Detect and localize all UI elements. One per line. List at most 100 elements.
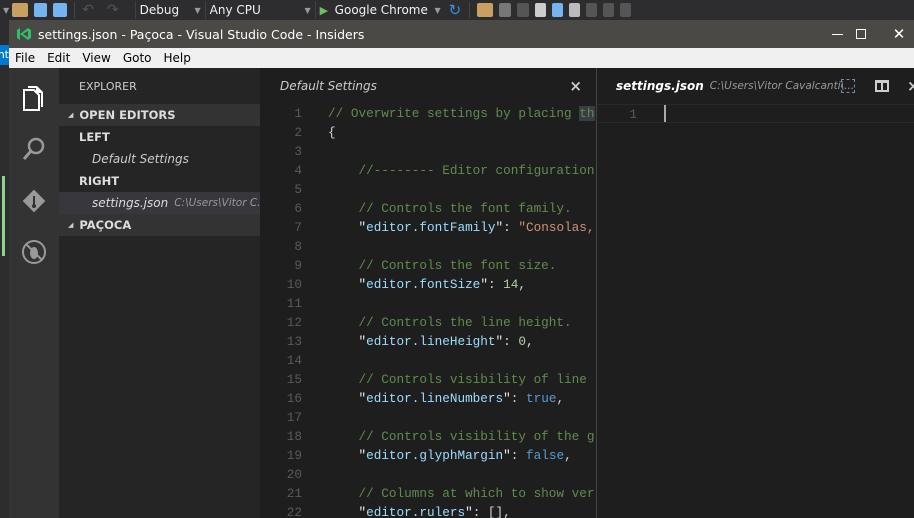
token-punct: : [503,334,519,349]
token-key: editor.fontFamily [366,220,496,235]
code-area[interactable]: 1 [597,104,914,123]
search-icon[interactable] [21,136,47,162]
code-line: 17 [260,408,596,427]
menu-help[interactable]: Help [158,51,197,65]
open-editors-header[interactable]: ◢ OPEN EDITORS [59,104,260,126]
token-quote: " [358,448,367,463]
collapse-triangle-icon: ◢ [68,221,74,229]
open-editor-default-settings[interactable]: Default Settings [59,148,260,170]
code-line: 1// Overwrite settings by placing th [260,104,596,123]
token-comment: // Overwrite settings by placing [328,106,580,121]
settings-json-editor[interactable]: settings.json C:\Users\Vitor Cavalcanti\… [596,68,914,518]
token-punct: : [], [472,505,511,518]
code-line: 3 [260,142,596,161]
menu-goto[interactable]: Goto [117,51,158,65]
tab-path: C:\Users\Vitor Cavalcanti\... [709,80,855,92]
close-icon[interactable]: × [569,77,582,95]
line-text: "editor.lineHeight": 0, [302,332,534,351]
find-in-files-icon[interactable] [477,3,494,17]
line-number: 3 [294,144,302,159]
redo-icon[interactable]: ↷ [107,2,119,18]
code-line: 19 "editor.glyphMargin": false, [260,446,596,465]
previous-bookmark-icon[interactable] [586,3,598,17]
token-key: editor.lineNumbers [366,391,504,406]
code-line: 15 // Controls visibility of line [260,370,596,389]
line-text [302,180,328,199]
menu-view[interactable]: View [76,51,116,65]
explorer-title: EXPLORER [79,79,137,93]
line-text [302,294,328,313]
overflow-arrow-icon[interactable]: ▼ [3,6,9,15]
explorer-sidebar: EXPLORER ◢ OPEN EDITORS LEFT Default Sett… [59,68,260,518]
code-line: 20 [260,465,596,484]
tab-settings-json[interactable]: settings.json C:\Users\Vitor Cavalcanti\… [597,68,914,104]
line-text: "editor.rulers": [], [302,503,511,518]
open-folder-icon[interactable] [12,3,29,17]
token-key: editor.rulers [366,505,466,518]
line-number: 11 [286,296,302,311]
platform-dropdown[interactable]: Any CPU ▼ [204,1,315,19]
save-icon[interactable] [34,3,48,17]
close-window-button[interactable]: ✕ [884,20,914,48]
code-area[interactable]: 1// Overwrite settings by placing th 2{3 4… [260,104,596,518]
line-number: 1 [629,107,637,122]
tab-label: Default Settings [280,79,377,93]
line-number: 12 [286,315,302,330]
chevron-down-icon: ▼ [304,5,311,15]
line-text: // Overwrite settings by placing th [302,104,595,123]
code-line: 11 [260,294,596,313]
line-number: 1 [294,106,302,121]
folder-label: PAÇOCA [79,218,132,232]
collapse-triangle-icon: ◢ [68,111,74,119]
line-number: 5 [294,182,302,197]
token-punct: , [518,277,527,292]
line-text: // Controls the line height. [302,313,571,332]
undo-icon[interactable]: ↶ [82,2,94,18]
line-text: // Controls visibility of the g [302,427,594,446]
bookmark-icon[interactable] [569,3,581,17]
tab-default-settings[interactable]: Default Settings × [260,68,596,104]
configuration-value: Debug [139,3,180,17]
token-punct [328,277,358,292]
comment-icon[interactable] [552,3,564,17]
code-line: 4 //-------- Editor configuration [260,161,596,180]
line-text [302,465,328,484]
token-quote: " [465,505,473,518]
token-number: 14 [503,277,519,292]
git-icon[interactable] [21,188,47,214]
line-text: // Columns at which to show ver [302,484,594,503]
step-icon[interactable] [499,3,512,17]
code-line: 8 [260,237,596,256]
open-editors-label: OPEN EDITORS [79,108,176,122]
line-number: 21 [286,486,302,501]
line-number: 9 [294,258,302,273]
close-icon[interactable]: × [907,77,914,95]
menu-file[interactable]: File [9,51,41,65]
default-settings-editor[interactable]: Default Settings × 1// Overwrite setting… [260,68,596,518]
clear-bookmarks-icon[interactable] [620,3,632,17]
save-all-icon[interactable] [53,3,68,17]
configuration-dropdown[interactable]: Debug ▼ [134,1,205,19]
refresh-icon[interactable]: ↻ [449,1,462,19]
outline-icon[interactable] [517,3,530,17]
line-number: 10 [286,277,302,292]
title-bar: settings.json - Paçoca - Visual Studio C… [9,20,914,48]
open-preview-icon[interactable] [841,79,855,93]
open-editor-settings-json[interactable]: settings.json C:\Users\Vitor C... [59,192,260,214]
visual-studio-toolbar: ▼ ↶ ↷ Debug ▼ Any CPU ▼ ▶ Google Chrome ▼ ↻ [0,0,914,20]
folder-header[interactable]: ◢ PAÇOCA [59,214,260,236]
format-icon[interactable] [535,3,547,17]
run-button[interactable]: ▶ Google Chrome ▼ [314,1,445,19]
line-number: 20 [286,467,302,482]
menu-edit[interactable]: Edit [41,51,76,65]
maximize-button[interactable] [838,20,884,48]
line-number: 8 [294,239,302,254]
token-bool: false [526,448,565,463]
explorer-icon[interactable] [21,85,47,111]
token-punct: , [526,334,534,349]
debug-icon[interactable] [21,239,47,265]
line-number: 14 [286,353,302,368]
line-text [302,351,328,370]
next-bookmark-icon[interactable] [603,3,615,17]
split-editor-icon[interactable] [875,80,889,92]
